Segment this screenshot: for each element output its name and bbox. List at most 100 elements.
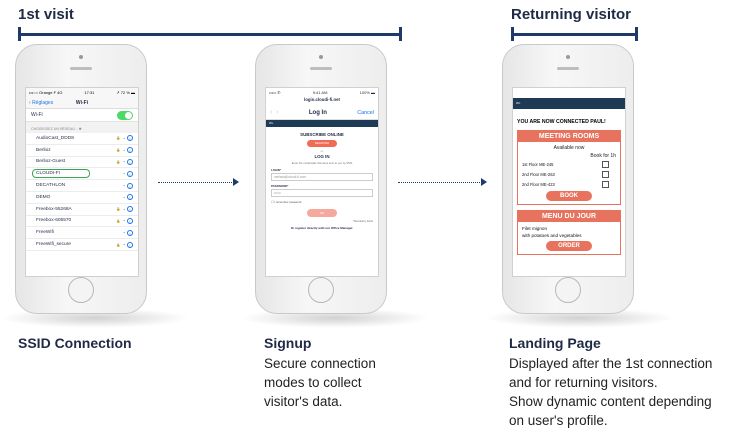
network-name: DEMO [36, 194, 51, 200]
info-icon[interactable]: i [127, 241, 133, 248]
wifi-signal-icon: ◔ [122, 171, 125, 177]
login-section-title: LOG IN [314, 154, 330, 159]
room-row: 2nd Floor ME-423 [518, 179, 620, 189]
ok-button[interactable]: OK [307, 209, 337, 217]
info-icon[interactable]: i [127, 135, 133, 142]
network-section-label: CHOISISSEZ UN RÉSEAU... ✺ [26, 122, 138, 133]
speaker-grille [557, 67, 579, 70]
info-icon[interactable]: i [127, 206, 133, 213]
room-row: 2nd Floor ME-263 [518, 169, 620, 179]
network-name: DECATHLON [36, 183, 66, 189]
wifi-signal-icon: ◔ [122, 230, 125, 236]
room-name: 1st Floor ME-245 [522, 161, 554, 167]
first-visit-timeline [18, 33, 402, 36]
home-button[interactable] [555, 277, 581, 303]
network-name: FreeWifi [36, 230, 54, 236]
wifi-nav-bar: ‹ Réglages Wi-Fi [26, 97, 138, 109]
meeting-rooms-card: MEETING ROOMS Available now Book for 1h … [517, 130, 621, 205]
network-row[interactable]: Berlioz-Guest 🔒 ◔ i [26, 157, 138, 169]
description-line: Show dynamic content depending [509, 394, 712, 409]
network-icons: ◔ i [123, 194, 133, 201]
phone-landing: Wi- YOU ARE NOW CONNECTED PAUL! MEETING … [502, 44, 634, 314]
lock-icon: 🔒 [116, 207, 121, 212]
remember-checkbox[interactable]: ☐ I remember password [271, 200, 378, 204]
room-checkbox[interactable] [602, 180, 609, 188]
menu-description: Filet mignon with potatoes and vegetable… [522, 225, 620, 239]
room-checkbox[interactable] [602, 170, 609, 178]
status-bar: ••••• ✆ 9:41 AM 100% ▬ [266, 88, 378, 97]
network-row[interactable]: AudioCast_DDD8 🔒 ◔ i [26, 133, 138, 145]
wifi-signal-icon: ◔ [122, 183, 125, 189]
info-icon[interactable]: i [127, 182, 133, 189]
available-label: Available now [553, 145, 585, 151]
signup-description: Secure connection modes to collect visit… [264, 354, 376, 411]
order-button[interactable]: ORDER [546, 241, 592, 251]
first-visit-header: 1st visit [18, 6, 74, 23]
network-list: AudioCast_DDD8 🔒 ◔ i Berlioz 🔒 ◔ i Berlioz-Guest… [26, 133, 138, 251]
menu-line: with potatoes and vegetables [522, 233, 582, 238]
info-icon[interactable]: i [127, 229, 133, 236]
network-row[interactable]: DEMO ◔ i [26, 192, 138, 204]
returning-visitor-header: Returning visitor [511, 6, 632, 23]
lock-icon: 🔒 [116, 218, 121, 223]
home-button[interactable] [68, 277, 94, 303]
phone-ssid: •••○○ Orange F 4G 17:31 ↗ 72 % ▬ ‹ Régla… [15, 44, 147, 314]
back-forward-icon[interactable]: ‹ › [270, 109, 279, 116]
wifi-toggle-row: Wi-Fi [26, 109, 138, 122]
login-input[interactable]: melissa@cloudi-fi.com [271, 173, 373, 181]
network-icons: ◔ i [122, 182, 133, 189]
network-name: Freebox-55268A [36, 206, 72, 212]
carrier-status: •••○○ Orange F 4G [29, 90, 63, 95]
network-row[interactable]: Berlioz 🔒 ◔ i [26, 145, 138, 157]
info-icon[interactable]: i [127, 147, 133, 154]
network-row[interactable]: FreeWifi ◔ i [26, 227, 138, 240]
status-time: 9:41 AM [312, 90, 328, 95]
register-direct-note: Or register directly with our Office Man… [290, 226, 354, 230]
password-input[interactable]: •••••• [271, 189, 373, 197]
cancel-button[interactable]: Cancel [357, 110, 374, 116]
room-row: 1st Floor ME-245 [518, 159, 620, 169]
wifi-signal-icon: ◔ [122, 218, 125, 224]
description-line: and for returning visitors. [509, 375, 658, 390]
selected-network-highlight [32, 169, 90, 179]
speaker-grille [70, 67, 92, 70]
network-row[interactable]: FreeWifi_secure 🔒 ◔ i [26, 239, 138, 251]
room-checkbox[interactable] [602, 160, 609, 168]
room-list: 1st Floor ME-245 2nd Floor ME-263 2nd Floo… [518, 159, 620, 189]
subscribe-title: SUBSCRIBE ONLINE [300, 132, 344, 137]
timeline-end-cap [399, 27, 402, 41]
wifi-title: Wi-Fi [75, 99, 89, 106]
lock-icon: 🔒 [116, 136, 121, 141]
connected-message: YOU ARE NOW CONNECTED PAUL! [517, 119, 606, 125]
ssid-caption: SSID Connection [18, 335, 132, 351]
home-button[interactable] [308, 277, 334, 303]
network-row[interactable]: Freebox-605570 🔒 ◔ i [26, 216, 138, 228]
returning-timeline-start-cap [511, 27, 514, 41]
description-line: on user's profile. [509, 413, 608, 428]
register-button[interactable]: REGISTER [307, 140, 337, 147]
info-icon[interactable]: i [127, 217, 133, 224]
book-button[interactable]: BOOK [546, 191, 592, 201]
timeline-start-cap [18, 27, 21, 41]
network-row[interactable]: DECATHLON ◔ i [26, 180, 138, 192]
network-icons: 🔒 ◔ i [116, 147, 133, 154]
lock-icon: 🔒 [116, 148, 121, 153]
network-name: Berlioz [36, 147, 51, 153]
network-row[interactable]: CLOUDI-FI ◔ i [26, 168, 138, 181]
battery-status: ↗ 72 % ▬ [116, 90, 135, 95]
flow-arrow-icon [481, 178, 487, 186]
landing-description: Displayed after the 1st connection and f… [509, 354, 712, 430]
network-icons: ◔ i [122, 170, 133, 177]
wifi-signal-icon: ◔ [122, 147, 125, 153]
info-icon[interactable]: i [127, 194, 133, 201]
info-icon[interactable]: i [127, 170, 133, 177]
info-icon[interactable]: i [127, 158, 133, 165]
network-row[interactable]: Freebox-55268A 🔒 ◔ i [26, 204, 138, 216]
status-time: 17:31 [84, 90, 95, 95]
room-name: 2nd Floor ME-423 [522, 181, 555, 187]
password-label: PASSWORD* [271, 184, 289, 188]
room-name: 2nd Floor ME-263 [522, 171, 555, 177]
url-bar[interactable]: login.cloudi-fi.net [266, 97, 378, 106]
login-label: LOGIN* [271, 168, 281, 172]
wifi-toggle[interactable] [117, 110, 133, 120]
